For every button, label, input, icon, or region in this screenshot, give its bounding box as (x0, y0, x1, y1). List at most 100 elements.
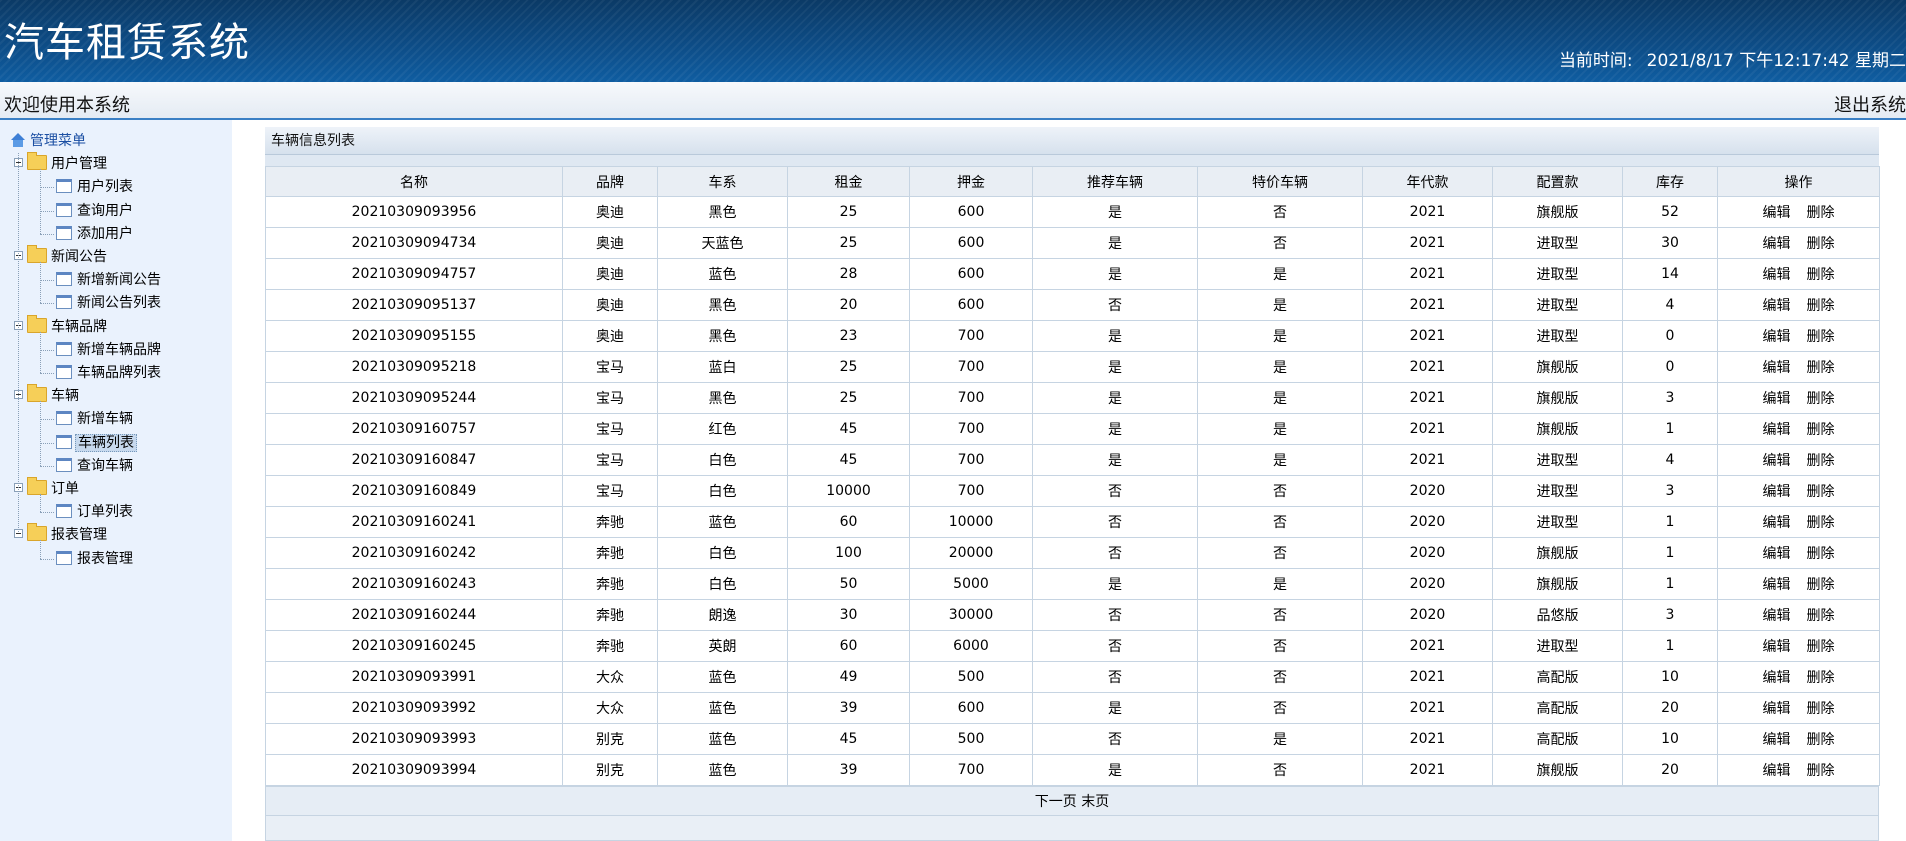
table-cell: 否 (1197, 692, 1363, 724)
table-cell: 高配版 (1492, 692, 1623, 724)
last-page-link[interactable]: 末页 (1081, 794, 1109, 810)
table-cell: 500 (909, 723, 1033, 755)
table-cell: 大众 (562, 661, 658, 693)
table-row: 20210309160241 奔驰 蓝色 60 10000 否否 2020 进取型 1 编辑 删除 (265, 506, 1880, 538)
sidebar-item-0-2[interactable]: 添加用户 (56, 223, 135, 245)
table-cell: 是 (1032, 196, 1198, 228)
column-header: 押金 (909, 166, 1033, 197)
delete-link[interactable]: 删除 (1807, 453, 1835, 469)
delete-link[interactable]: 删除 (1807, 670, 1835, 686)
table-row: 20210309095137 奥迪 黑色 20 600 否是 2021 进取型 4 编辑 删除 (265, 289, 1880, 321)
sidebar-item-3-1[interactable]: 车辆列表 (56, 432, 137, 454)
table-cell: 是 (1032, 568, 1198, 600)
table-cell: 500 (909, 661, 1033, 693)
sidebar-item-5-0[interactable]: 报表管理 (56, 548, 135, 570)
delete-link[interactable]: 删除 (1807, 205, 1835, 221)
table-cell: 20210309160241 (265, 506, 563, 538)
table-cell: 是 (1197, 382, 1363, 414)
table-cell: 别克 (562, 723, 658, 755)
table-cell: 20210309160847 (265, 444, 563, 476)
delete-link[interactable]: 删除 (1807, 267, 1835, 283)
sidebar-item-2-0[interactable]: 新增车辆品牌 (56, 339, 163, 361)
table-cell: 是 (1032, 227, 1198, 259)
edit-link[interactable]: 编辑 (1763, 422, 1791, 438)
edit-link[interactable]: 编辑 (1763, 453, 1791, 469)
edit-link[interactable]: 编辑 (1763, 515, 1791, 531)
edit-link[interactable]: 编辑 (1763, 484, 1791, 500)
sidebar-item-label: 查询车辆 (77, 457, 133, 474)
edit-link[interactable]: 编辑 (1763, 360, 1791, 376)
table-row: 20210309160847 宝马 白色 45 700 是是 2021 进取型 4 编辑 删除 (265, 444, 1880, 476)
delete-link[interactable]: 删除 (1807, 701, 1835, 717)
sidebar-item-4-0[interactable]: 订单列表 (56, 501, 135, 523)
actions-cell: 编辑 删除 (1717, 630, 1880, 662)
logout-link[interactable]: 退出系统 (1834, 91, 1906, 117)
delete-link[interactable]: 删除 (1807, 608, 1835, 624)
table-cell: 30000 (909, 599, 1033, 631)
delete-link[interactable]: 删除 (1807, 298, 1835, 314)
delete-link[interactable]: 删除 (1807, 484, 1835, 500)
sidebar-item-label: 新闻公告列表 (77, 295, 161, 312)
delete-link[interactable]: 删除 (1807, 639, 1835, 655)
delete-link[interactable]: 删除 (1807, 391, 1835, 407)
edit-link[interactable]: 编辑 (1763, 639, 1791, 655)
actions-cell: 编辑 删除 (1717, 568, 1880, 600)
table-cell: 进取型 (1492, 506, 1623, 538)
table-cell: 20210309094757 (265, 258, 563, 290)
delete-link[interactable]: 删除 (1807, 577, 1835, 593)
page-icon (56, 225, 72, 240)
sidebar-group-4[interactable]: 订单 (14, 477, 81, 500)
sidebar-item-1-0[interactable]: 新增新闻公告 (56, 269, 163, 291)
sidebar-group-1[interactable]: 新闻公告 (14, 245, 109, 268)
column-header: 库存 (1622, 166, 1718, 197)
sidebar-item-0-0[interactable]: 用户列表 (56, 176, 135, 198)
sidebar-group-5[interactable]: 报表管理 (14, 523, 109, 546)
main-panel: 车辆信息列表 名称 品牌 车系 租金 押金 推荐车辆 特价车辆 年代款 配置款 库存 操作 2021… (265, 127, 1880, 841)
delete-link[interactable]: 删除 (1807, 329, 1835, 345)
sidebar-item-2-1[interactable]: 车辆品牌列表 (56, 362, 163, 384)
folder-icon (27, 523, 47, 542)
edit-link[interactable]: 编辑 (1763, 763, 1791, 779)
delete-link[interactable]: 删除 (1807, 515, 1835, 531)
edit-link[interactable]: 编辑 (1763, 732, 1791, 748)
table-cell: 600 (909, 227, 1033, 259)
tree-connector (40, 349, 54, 351)
edit-link[interactable]: 编辑 (1763, 608, 1791, 624)
sidebar-item-3-2[interactable]: 查询车辆 (56, 455, 135, 477)
page-icon (56, 434, 72, 449)
table-row: 20210309094734 奥迪 天蓝色 25 600 是否 2021 进取型 30 编辑 删除 (265, 227, 1880, 259)
table-cell: 是 (1032, 692, 1198, 724)
folder-icon (27, 477, 47, 495)
sidebar-item-0-1[interactable]: 查询用户 (56, 200, 135, 222)
edit-link[interactable]: 编辑 (1763, 298, 1791, 314)
sidebar-item-1-1[interactable]: 新闻公告列表 (56, 292, 163, 314)
table-cell: 旗舰版 (1492, 351, 1623, 383)
edit-link[interactable]: 编辑 (1763, 236, 1791, 252)
sidebar-group-2[interactable]: 车辆品牌 (14, 314, 109, 338)
edit-link[interactable]: 编辑 (1763, 329, 1791, 345)
delete-link[interactable]: 删除 (1807, 236, 1835, 252)
column-header: 特价车辆 (1197, 166, 1363, 197)
delete-link[interactable]: 删除 (1807, 763, 1835, 779)
edit-link[interactable]: 编辑 (1763, 205, 1791, 221)
edit-link[interactable]: 编辑 (1763, 701, 1791, 717)
table-cell: 奔驰 (562, 506, 658, 538)
edit-link[interactable]: 编辑 (1763, 670, 1791, 686)
sidebar-group-3[interactable]: 车辆 (14, 384, 81, 407)
edit-link[interactable]: 编辑 (1763, 546, 1791, 562)
menu-root[interactable]: 管理菜单 (10, 130, 88, 152)
tree-connector (40, 540, 41, 559)
edit-link[interactable]: 编辑 (1763, 577, 1791, 593)
sidebar-item-3-0[interactable]: 新增车辆 (56, 408, 135, 430)
edit-link[interactable]: 编辑 (1763, 267, 1791, 283)
table-cell: 52 (1622, 196, 1718, 228)
table-cell: 否 (1197, 754, 1363, 786)
delete-link[interactable]: 删除 (1807, 360, 1835, 376)
delete-link[interactable]: 删除 (1807, 732, 1835, 748)
delete-link[interactable]: 删除 (1807, 422, 1835, 438)
next-page-link[interactable]: 下一页 (1035, 794, 1077, 810)
edit-link[interactable]: 编辑 (1763, 391, 1791, 407)
welcome-text: 欢迎使用本系统 (4, 95, 130, 116)
sidebar-group-0[interactable]: 用户管理 (14, 152, 109, 175)
delete-link[interactable]: 删除 (1807, 546, 1835, 562)
